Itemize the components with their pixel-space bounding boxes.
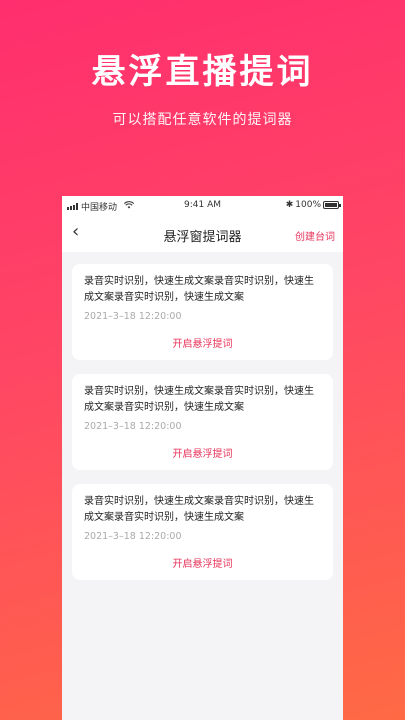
script-date: 2021–3–18 12:20:00 — [84, 421, 182, 432]
open-float-prompter-button[interactable]: 开启悬浮提词 — [72, 445, 333, 460]
nav-bar: ‹ 悬浮窗提词器 创建台词 — [62, 214, 343, 252]
hero-subtitle: 可以搭配任意软件的提词器 — [112, 112, 293, 128]
script-card[interactable]: 录音实时识别，快速生成文案录音实时识别，快速生成文案录音实时识别，快速生成文案 … — [72, 484, 333, 580]
status-bar: 中国移动 9:41 AM ✱ 100% — [62, 196, 343, 214]
script-list: 录音实时识别，快速生成文案录音实时识别，快速生成文案录音实时识别，快速生成文案 … — [62, 252, 343, 580]
phone-screen: 中国移动 9:41 AM ✱ 100% ‹ 悬浮窗提词器 创建台词 录音实时识别… — [62, 196, 343, 720]
bluetooth-icon: ✱ — [285, 200, 294, 210]
battery-icon — [323, 201, 341, 209]
script-text: 录音实时识别，快速生成文案录音实时识别，快速生成文案录音实时识别，快速生成文案 — [84, 386, 314, 413]
script-date: 2021–3–18 12:20:00 — [84, 311, 182, 322]
status-right: ✱ 100% — [285, 200, 341, 210]
script-text: 录音实时识别，快速生成文案录音实时识别，快速生成文案录音实时识别，快速生成文案 — [84, 276, 314, 303]
open-float-prompter-button[interactable]: 开启悬浮提词 — [72, 335, 333, 350]
script-card[interactable]: 录音实时识别，快速生成文案录音实时识别，快速生成文案录音实时识别，快速生成文案 … — [72, 264, 333, 360]
battery-label: 100% — [295, 200, 321, 210]
script-card[interactable]: 录音实时识别，快速生成文案录音实时识别，快速生成文案录音实时识别，快速生成文案 … — [72, 374, 333, 470]
hero-title: 悬浮直播提词 — [91, 52, 314, 92]
script-text: 录音实时识别，快速生成文案录音实时识别，快速生成文案录音实时识别，快速生成文案 — [84, 496, 314, 523]
create-script-button[interactable]: 创建台词 — [295, 228, 335, 243]
open-float-prompter-button[interactable]: 开启悬浮提词 — [72, 555, 333, 570]
script-date: 2021–3–18 12:20:00 — [84, 531, 182, 542]
